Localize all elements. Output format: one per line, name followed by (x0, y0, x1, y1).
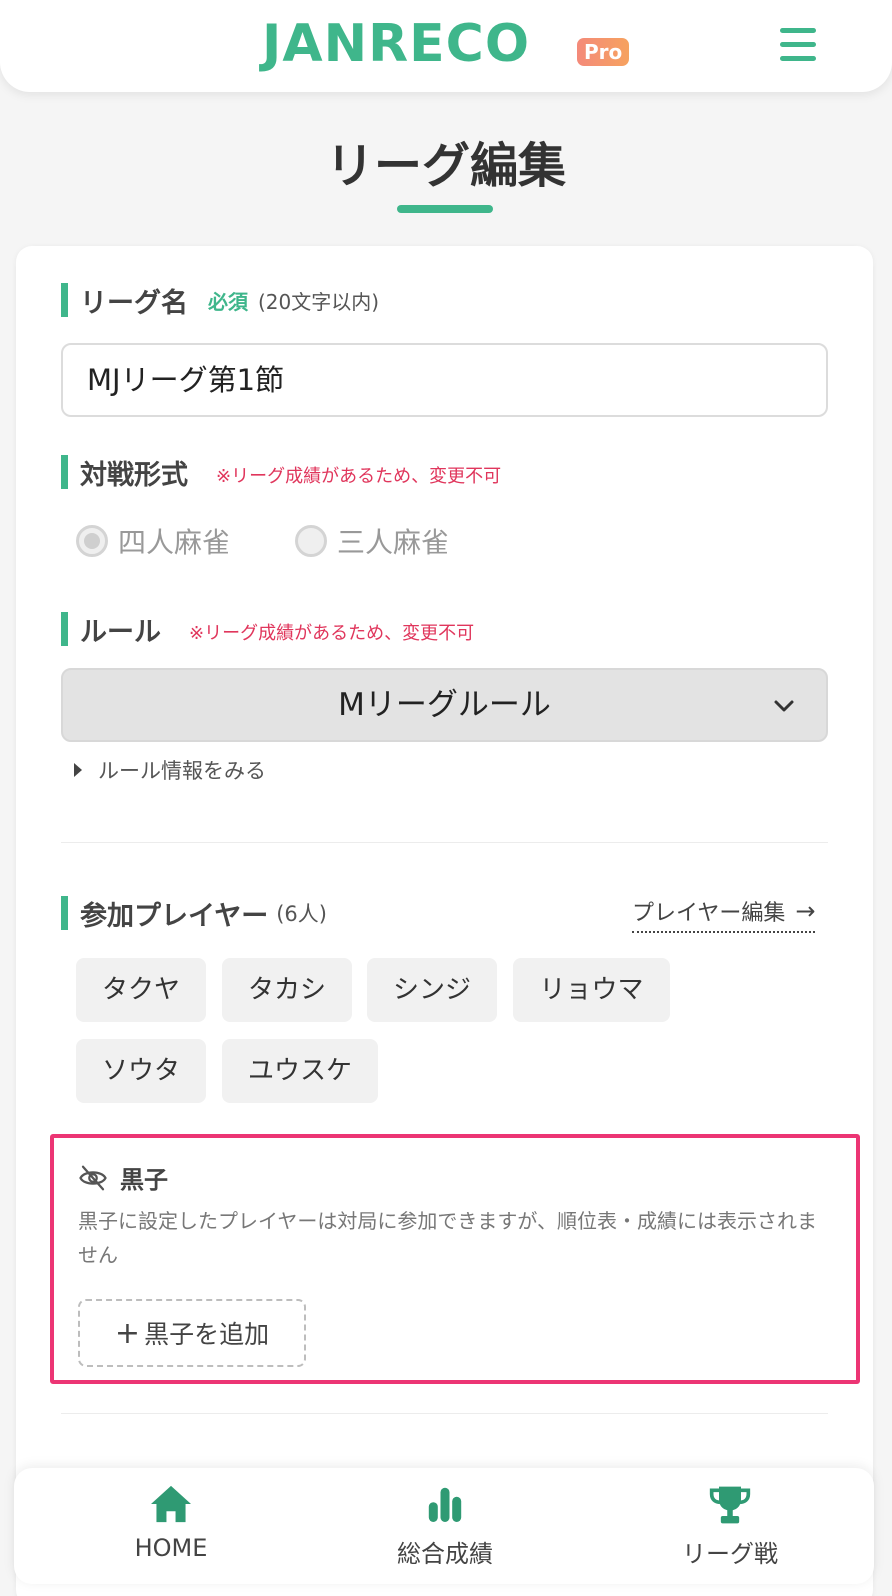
players-count: (6人) (276, 902, 327, 926)
match-format-label-text: 対戦形式 (80, 459, 188, 491)
nav-home[interactable]: HOME (61, 1468, 281, 1584)
nav-league-label: リーグ戦 (682, 1540, 778, 1568)
kuroko-title: 黒子 (78, 1160, 168, 1195)
league-name-input[interactable]: MJリーグ第1節 (61, 343, 828, 417)
player-chip: リョウマ (513, 958, 670, 1022)
radio-four-player-label: 四人麻雀 (118, 526, 231, 559)
radio-dot (295, 525, 327, 557)
match-format-label: 対戦形式 ※リーグ成績があるため、変更不可 (61, 455, 502, 491)
match-format-warning: ※リーグ成績があるため、変更不可 (216, 466, 502, 487)
nav-home-label: HOME (134, 1534, 208, 1562)
nav-stats[interactable]: 総合成績 (335, 1468, 555, 1584)
player-chip: シンジ (367, 958, 497, 1022)
league-name-label: リーグ名 必須 (20文字以内) (61, 283, 380, 319)
player-edit-label: プレイヤー編集 (632, 901, 786, 926)
nav-league[interactable]: リーグ戦 (620, 1468, 840, 1584)
chevron-down-icon (774, 700, 794, 712)
nav-stats-label: 総合成績 (397, 1540, 493, 1568)
add-kuroko-label: 黒子を追加 (144, 1320, 270, 1349)
players-label: 参加プレイヤー (6人) (61, 896, 327, 932)
rule-info-label: ルール情報をみる (98, 759, 266, 783)
radio-dot-selected (76, 525, 108, 557)
radio-four-player[interactable]: 四人麻雀 (76, 521, 230, 561)
rule-label-text: ルール (80, 616, 161, 648)
player-chip: タクヤ (76, 958, 206, 1022)
hamburger-icon[interactable] (780, 28, 816, 62)
league-name-label-text: リーグ名 (80, 287, 188, 319)
player-chip: ソウタ (76, 1039, 206, 1103)
trophy-icon (709, 1486, 751, 1524)
player-edit-link[interactable]: プレイヤー編集 → (632, 895, 816, 933)
page-title: リーグ編集 (325, 138, 566, 194)
pro-badge: Pro (577, 38, 630, 66)
arrow-right-icon: → (795, 897, 816, 925)
radio-three-player-label: 三人麻雀 (337, 526, 450, 559)
home-icon (151, 1485, 191, 1523)
title-underline (397, 205, 493, 213)
required-badge: 必須 (208, 289, 248, 314)
radio-three-player[interactable]: 三人麻雀 (295, 521, 449, 561)
rule-warning: ※リーグ成績があるため、変更不可 (189, 623, 475, 644)
kuroko-section: 黒子 黒子に設定したプレイヤーは対局に参加できますが、順位表・成績には表示されま… (50, 1134, 860, 1384)
app-header: JANRECO Pro (0, 0, 892, 92)
app-logo[interactable]: JANRECO (262, 14, 530, 74)
plus-icon: + (114, 1315, 141, 1351)
league-name-hint: (20文字以内) (258, 289, 380, 314)
bottom-nav: HOME 総合成績 リーグ戦 (14, 1468, 874, 1584)
bar-chart-icon (428, 1487, 462, 1522)
rule-info-toggle[interactable]: ルール情報をみる (74, 755, 266, 785)
section-divider (61, 842, 828, 843)
players-label-text: 参加プレイヤー (80, 900, 269, 932)
rule-select-value: Mリーグルール (338, 687, 551, 723)
rule-label: ルール ※リーグ成績があるため、変更不可 (61, 612, 475, 648)
caret-right-icon (74, 763, 82, 777)
kuroko-title-text: 黒子 (120, 1166, 168, 1194)
kuroko-description: 黒子に設定したプレイヤーは対局に参加できますが、順位表・成績には表示されません (78, 1209, 817, 1267)
eye-slash-icon (79, 1165, 107, 1190)
rule-select[interactable]: Mリーグルール (61, 668, 828, 742)
player-chip: タカシ (222, 958, 352, 1022)
section-divider (61, 1413, 828, 1414)
player-chip: ユウスケ (222, 1039, 378, 1103)
add-kuroko-button[interactable]: + 黒子を追加 (78, 1299, 306, 1367)
